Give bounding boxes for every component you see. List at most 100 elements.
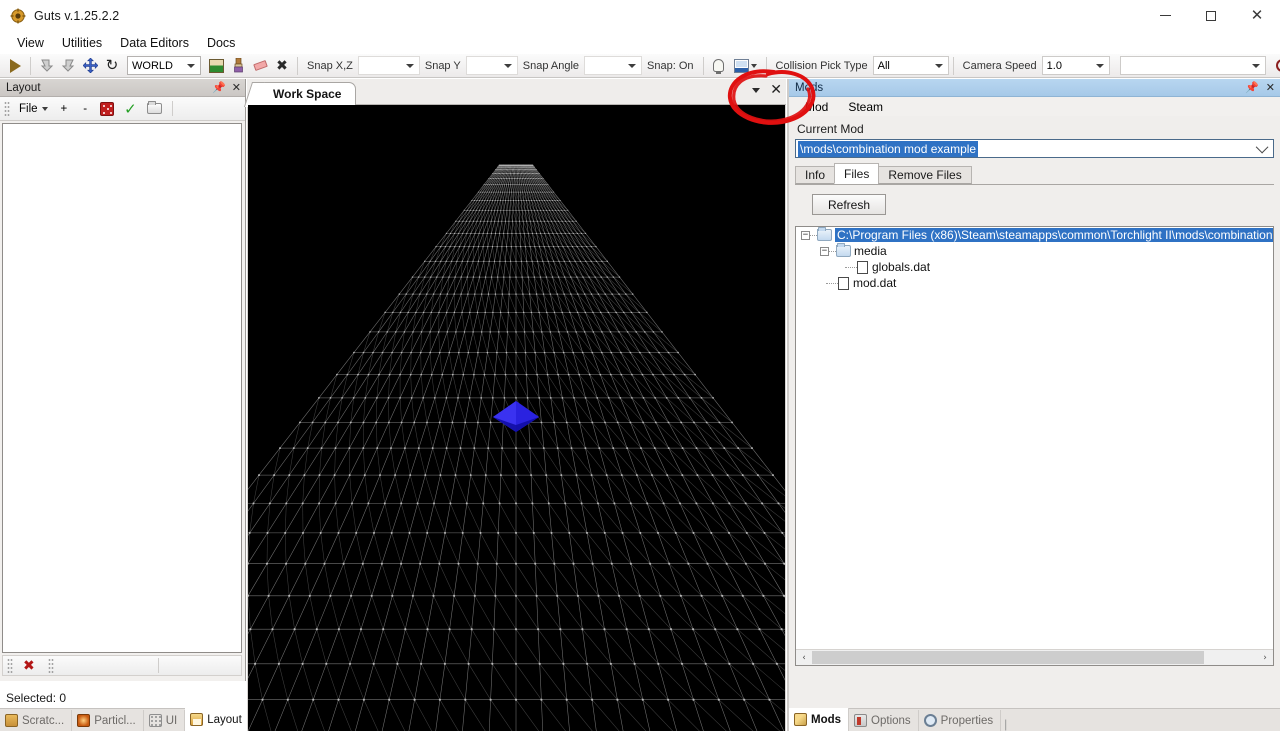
close-icon[interactable]: ✕: [232, 82, 241, 93]
layout-add-button[interactable]: +: [54, 101, 75, 117]
menu-docs[interactable]: Docs: [198, 33, 244, 53]
eraser-icon[interactable]: [249, 56, 271, 76]
title-bar: Guts v.1.25.2.2 ✕: [0, 0, 1280, 31]
window-controls: ✕: [1142, 0, 1280, 31]
mods-menu-bar: Mod Steam: [789, 97, 1280, 116]
folder-icon: [817, 227, 832, 241]
mods-panel-caption: Mods 📌 ✕: [789, 79, 1280, 97]
play-icon[interactable]: [4, 56, 26, 76]
collision-pick-type-value: All: [877, 59, 890, 72]
folder-icon: [836, 243, 851, 257]
folder-icon[interactable]: [143, 101, 166, 116]
snap-y-combo[interactable]: [465, 56, 518, 75]
tab-ui[interactable]: UI: [143, 710, 186, 731]
pin-icon[interactable]: 📌: [1245, 82, 1259, 93]
scrollbar-thumb[interactable]: [812, 651, 1204, 664]
current-mod-combo[interactable]: \mods\combination mod example: [795, 139, 1274, 158]
viewport-container: Work Space ✕: [247, 79, 786, 731]
tab-info[interactable]: Info: [795, 166, 836, 184]
layout-panel-caption: Layout 📌 ✕: [0, 79, 245, 97]
layout-remove-button[interactable]: -: [76, 101, 94, 117]
menu-view[interactable]: View: [8, 33, 53, 53]
options-icon: [854, 714, 868, 727]
checkmark-icon[interactable]: ✓: [120, 100, 141, 118]
move-icon[interactable]: [79, 56, 101, 76]
undo-icon[interactable]: [35, 56, 57, 76]
tab-scratch[interactable]: Scratc...: [0, 710, 73, 731]
viewport-3d-canvas[interactable]: [248, 105, 785, 731]
tree-row-mod-dat[interactable]: mod.dat: [796, 275, 1273, 291]
extra-combo[interactable]: [1119, 56, 1266, 75]
particle-icon: [77, 714, 91, 727]
red-x-icon[interactable]: ✖: [19, 657, 39, 675]
menu-data-editors[interactable]: Data Editors: [111, 33, 198, 53]
dice-icon[interactable]: [96, 100, 118, 118]
scroll-left-arrow-icon[interactable]: ‹: [796, 650, 812, 665]
delete-x-icon[interactable]: ✖: [271, 56, 293, 76]
status-bar: Selected: 0: [0, 688, 246, 708]
file-icon: [857, 260, 868, 274]
chevron-down-icon[interactable]: [752, 87, 761, 93]
terrain-icon[interactable]: [205, 56, 227, 76]
bottom-toolbar-grip-2[interactable]: [47, 657, 54, 674]
tab-mods[interactable]: Mods: [789, 708, 850, 731]
snap-xz-combo[interactable]: [357, 56, 420, 75]
tab-work-space-label: Work Space: [273, 87, 342, 101]
maximize-button[interactable]: [1188, 0, 1234, 31]
mod-files-tree[interactable]: − C:\Program Files (x86)\Steam\steamapps…: [795, 226, 1274, 666]
layout-item-list[interactable]: [2, 123, 242, 653]
redo-icon[interactable]: [57, 56, 79, 76]
refresh-button[interactable]: Refresh: [812, 194, 886, 215]
tab-properties-label: Properties: [940, 714, 994, 727]
toolbar-grip[interactable]: [4, 100, 10, 117]
mods-panel-title: Mods: [795, 81, 824, 94]
camera-speed-combo[interactable]: 1.0: [1041, 56, 1110, 75]
snap-y-label: Snap Y: [424, 59, 461, 72]
rotate-icon[interactable]: ↻: [101, 56, 123, 76]
tree-row-media[interactable]: − media: [796, 243, 1273, 259]
close-button[interactable]: ✕: [1234, 0, 1280, 31]
tab-options[interactable]: Options: [849, 710, 919, 731]
tab-remove-files[interactable]: Remove Files: [878, 166, 972, 184]
paint-brush-icon[interactable]: [227, 56, 249, 76]
left-bottom-tab-strip: Scratc... Particl... UI Layout: [0, 708, 250, 731]
tree-horizontal-scrollbar[interactable]: ‹ ›: [796, 649, 1273, 665]
tab-ui-label: UI: [165, 714, 178, 727]
viewport-tab-controls: ✕: [752, 83, 782, 97]
save-icon[interactable]: [730, 56, 762, 76]
guts-app-icon: [10, 8, 26, 24]
tree-row-globals[interactable]: globals.dat: [796, 259, 1273, 275]
bottom-toolbar-grip[interactable]: [7, 657, 13, 674]
tab-particles[interactable]: Particl...: [72, 710, 144, 731]
tab-properties[interactable]: Properties: [918, 710, 1002, 731]
close-icon[interactable]: ✕: [1266, 82, 1275, 93]
current-mod-label: Current Mod: [797, 122, 864, 136]
collapse-expander-icon[interactable]: −: [820, 246, 829, 256]
scroll-right-arrow-icon[interactable]: ›: [1257, 650, 1273, 665]
ui-icon: [148, 714, 162, 727]
layout-file-menu-label: File: [19, 102, 38, 115]
pin-icon[interactable]: 📌: [212, 82, 226, 93]
tab-work-space[interactable]: Work Space: [256, 82, 357, 105]
minimize-button[interactable]: [1142, 0, 1188, 31]
camera-speed-label: Camera Speed: [962, 59, 1037, 72]
selected-count-label: Selected: 0: [6, 691, 67, 705]
tree-row-root[interactable]: − C:\Program Files (x86)\Steam\steamapps…: [796, 227, 1273, 243]
scrollbar-track[interactable]: [812, 650, 1257, 665]
application-window: Guts v.1.25.2.2 ✕ View Utilities Data Ed…: [0, 0, 1280, 731]
menu-utilities[interactable]: Utilities: [53, 33, 111, 53]
tab-files[interactable]: Files: [834, 163, 880, 184]
snap-angle-combo[interactable]: [584, 56, 643, 75]
tab-layout[interactable]: Layout: [185, 708, 250, 731]
layout-bottom-toolbar: ✖: [2, 655, 242, 676]
close-icon[interactable]: ✕: [770, 83, 782, 97]
collapse-expander-icon[interactable]: −: [801, 230, 810, 240]
lightbulb-icon[interactable]: [708, 56, 730, 76]
mods-menu-mod[interactable]: Mod: [795, 98, 838, 116]
mods-menu-steam[interactable]: Steam: [838, 98, 893, 116]
coordinate-space-combo[interactable]: WORLD: [127, 56, 201, 75]
clock-icon: [1272, 56, 1280, 76]
collision-pick-type-combo[interactable]: All: [872, 56, 949, 75]
layout-file-menu[interactable]: File: [15, 101, 52, 117]
tab-particles-label: Particl...: [94, 714, 136, 727]
